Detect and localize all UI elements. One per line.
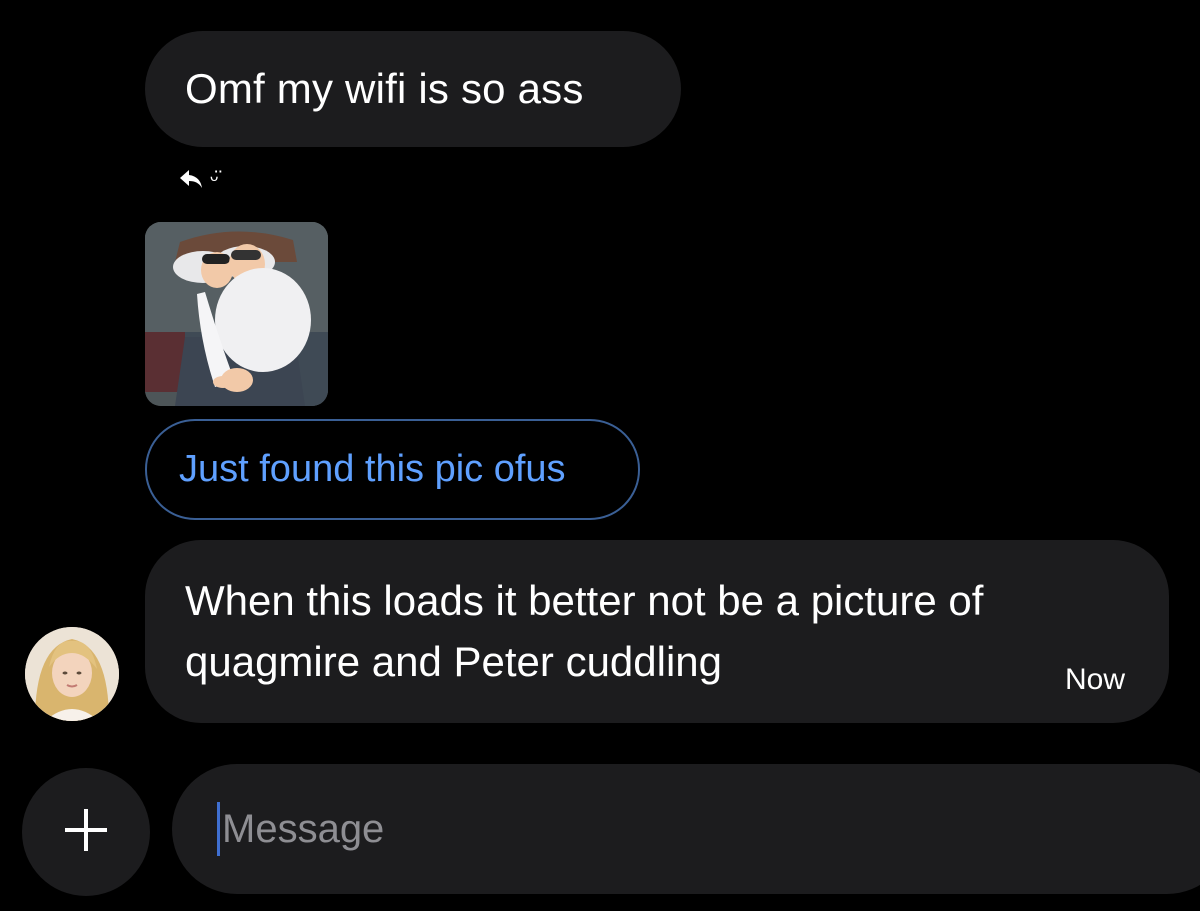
- message-timestamp: Now: [1064, 663, 1125, 696]
- avatar[interactable]: [25, 627, 119, 721]
- reaction-smiley: ᵕ̈: [210, 166, 219, 191]
- plus-icon: [63, 807, 109, 858]
- image-attachment[interactable]: [145, 222, 328, 406]
- add-attachment-button[interactable]: [22, 768, 150, 896]
- chat-screen: Omf my wifi is so ass ᵕ̈ Just found this…: [0, 0, 1200, 911]
- message-text: When this loads it better not be a pictu…: [185, 577, 984, 685]
- text-caret: [217, 802, 220, 856]
- reply-indicator[interactable]: ᵕ̈: [178, 168, 218, 190]
- message-text: Just found this pic ofus: [179, 448, 566, 490]
- message-composer[interactable]: [172, 764, 1200, 894]
- message-input[interactable]: [222, 806, 1122, 852]
- message-text: Omf my wifi is so ass: [185, 65, 584, 112]
- message-bubble-incoming[interactable]: Omf my wifi is so ass: [145, 31, 681, 147]
- message-bubble-incoming[interactable]: When this loads it better not be a pictu…: [145, 540, 1169, 723]
- reply-arrow-icon: [178, 168, 204, 190]
- message-bubble-outgoing-reply[interactable]: Just found this pic ofus: [145, 419, 640, 520]
